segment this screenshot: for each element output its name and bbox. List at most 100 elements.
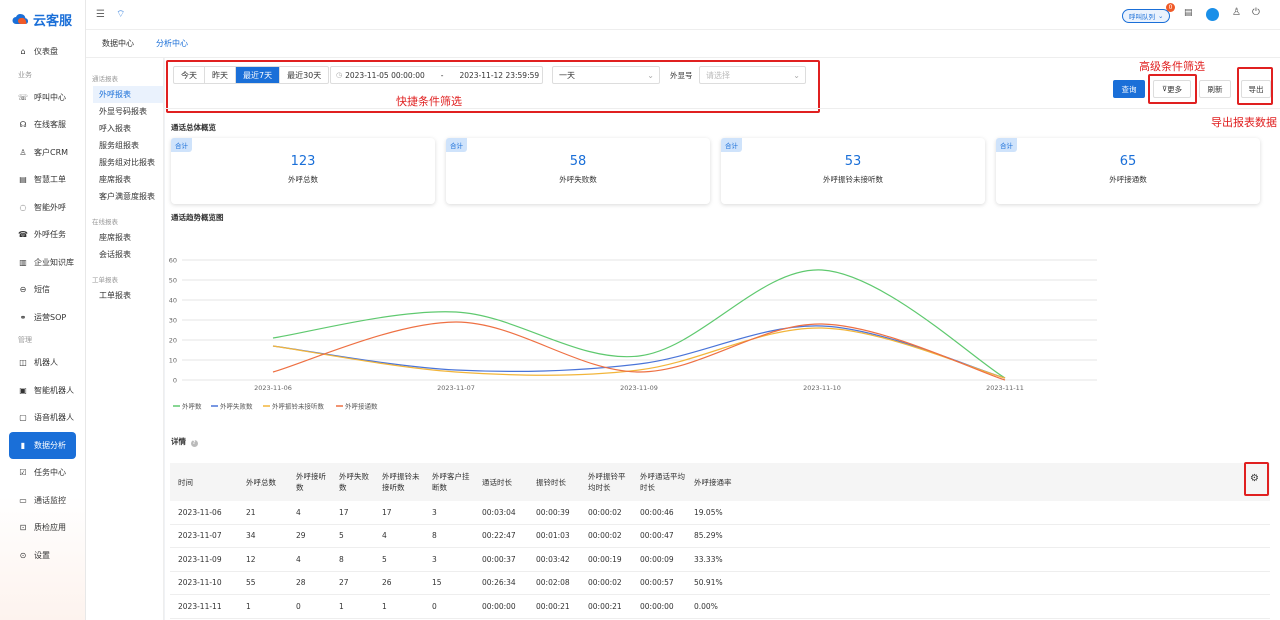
y-tick-label: 40 [169,297,177,305]
queue-select[interactable]: 呼叫队列 ⌄ [1122,9,1170,23]
column-header[interactable]: 外呼客户挂断数 [424,471,474,493]
chart-icon: ▮ [20,440,26,450]
subnav-item[interactable]: 服务组对比报表 [86,154,163,171]
sidebar-item[interactable]: ⚭ 运营SOP [0,304,85,332]
table-cell: 19.05% [694,507,723,517]
refresh-button[interactable]: 刷新 [1199,80,1231,98]
subnav-item[interactable]: 工单报表 [86,287,163,304]
card-label: 外呼振铃未接听数 [823,175,883,184]
subnav-item[interactable]: 座席报表 [86,229,163,246]
table-settings-highlight [1244,462,1269,496]
legend-label[interactable]: 外呼振铃未接听数 [272,402,325,411]
card-value: 65 [1119,154,1137,169]
query-button[interactable]: 查询 [1113,80,1145,98]
tab-data-center[interactable]: 数据中心 [96,30,140,58]
table-row: 2023-11-11 1 0 1 1 0 00:00:00 00:00:21 00:00:21 0… [170,595,1270,619]
subnav-item[interactable]: 服务组报表 [86,137,163,154]
sidebar-item[interactable]: ☊ 在线客服 [0,111,85,139]
x-tick-label: 2023-11-07 [437,384,475,392]
sidebar-item[interactable]: ▭ 通话监控 [0,487,85,515]
table-cell: 12 [246,554,256,564]
sidebar-item[interactable]: ☏ 呼叫中心 [0,84,85,112]
sidebar-item-label: 通话监控 [34,495,66,505]
sidebar-item[interactable]: ☎ 外呼任务 [0,221,85,249]
subnav-item[interactable]: 座席报表 [86,171,163,188]
sidebar-item[interactable]: ◌ 智能外呼 [0,194,85,222]
subnav-item[interactable]: 呼入报表 [86,120,163,137]
table-cell: 0 [296,601,301,611]
table-row: 2023-11-07 34 29 5 4 8 00:22:47 00:01:03 00:00:0… [170,525,1270,548]
table-cell: 1 [382,601,387,611]
table-cell: 00:00:19 [588,554,622,564]
table-cell: 00:00:37 [482,554,516,564]
trend-chart: 0 10 20 30 40 50 60 2023-11-06 2023-11-07 2023-11… [169,257,1097,411]
sidebar-item[interactable]: ⊖ 短信 [0,276,85,304]
user-icon[interactable]: ♙ [1232,7,1241,18]
sidebar-item[interactable]: ▮ 数据分析 [9,431,76,459]
subnav-item[interactable]: 会话报表 [86,246,163,263]
sidebar-item[interactable]: ♙ 客户CRM [0,139,85,167]
sidebar-item[interactable]: ⊡ 质检应用 [0,514,85,542]
power-icon[interactable]: ⏻ [1252,7,1260,18]
table-cell: 00:03:42 [536,554,570,564]
quick-filter-highlight [166,60,820,113]
export-annotation: 导出报表数据 [1211,116,1277,129]
sidebar-item[interactable]: ⌂ 仪表盘 [0,38,85,66]
nav-group-label: 业务 [18,70,32,79]
ai-robot-icon: ▣ [19,385,27,395]
y-tick-label: 0 [173,377,177,385]
help-icon[interactable]: ? [190,440,198,447]
sidebar-item[interactable]: ⊙ 设置 [0,542,85,570]
column-header[interactable]: 外呼失败数 [331,471,374,493]
column-header[interactable]: 外呼振铃未接听数 [374,471,424,493]
table-cell: 1 [339,601,344,611]
column-header[interactable]: 外呼接听数 [288,471,331,493]
avatar[interactable] [1206,8,1219,21]
column-header[interactable]: 时间 [170,477,238,488]
queue-badge: 0 [1166,3,1175,12]
sidebar-item[interactable]: ▤ 智慧工单 [0,166,85,194]
table-cell: 2023-11-10 [178,578,222,588]
legend-label[interactable]: 外呼失败数 [220,402,253,411]
table-cell: 00:00:21 [536,601,570,611]
subnav-item[interactable]: 外显号码报表 [86,103,163,120]
chat-bubble-icon[interactable]: ⌔ [116,8,125,21]
queue-label: 呼叫队列 [1129,13,1155,21]
table-cell: 00:00:02 [588,507,622,517]
table-cell: 2023-11-11 [178,601,222,611]
table-cell: 55 [246,578,256,588]
table-cell: 4 [382,531,387,541]
sidebar-item[interactable]: ▣ 智能机器人 [0,377,85,405]
table-cell: 5 [382,554,387,564]
sidebar-item[interactable]: ◫ 机器人 [0,349,85,377]
card-badge: 合计 [171,138,192,152]
legend-label[interactable]: 外呼数 [182,402,202,411]
subnav-item[interactable]: 外呼报表 [93,86,163,103]
column-header[interactable]: 外呼振铃平均时长 [580,471,632,493]
table-cell: 3 [432,507,437,517]
collapse-menu-icon[interactable]: ☰ [96,9,105,20]
tab-analysis-center[interactable]: 分析中心 [150,30,194,58]
legend-label[interactable]: 外呼接通数 [345,402,378,411]
y-tick-label: 20 [169,337,177,345]
table-cell: 3 [432,554,437,564]
sidebar-item[interactable]: ☑ 任务中心 [0,459,85,487]
column-header[interactable]: 振铃时长 [528,477,580,488]
sidebar: 云客服 ⌂ 仪表盘业务 ☏ 呼叫中心 ☊ 在线客服 ♙ 客户CRM ▤ 智慧工单 ◌ 智能外呼 ☎ 外呼任… [0,0,86,620]
user-icon: ♙ [19,147,27,157]
sidebar-item[interactable]: ▢ 语音机器人 [0,404,85,432]
x-tick-label: 2023-11-10 [803,384,841,392]
calendar-icon[interactable]: ▤ [1184,8,1193,18]
sidebar-item[interactable]: ▥ 企业知识库 [0,249,85,277]
table-cell: 2023-11-07 [178,531,222,541]
column-header[interactable]: 通话时长 [474,477,528,488]
table-cell: 29 [296,531,306,541]
app-logo[interactable]: 云客服 [0,0,85,38]
column-header[interactable]: 外呼通话平均时长 [632,471,686,493]
table-cell: 00:02:08 [536,578,570,588]
column-header[interactable]: 外呼接通率 [686,477,746,488]
column-header[interactable]: 外呼总数 [238,477,288,488]
sidebar-item-label: 呼叫中心 [34,92,66,102]
subnav-item[interactable]: 客户满意度报表 [86,188,163,205]
topbar: ☰ ⌔ 呼叫队列 ⌄ 0 ▤ ♙ ⏻ [86,0,1280,30]
